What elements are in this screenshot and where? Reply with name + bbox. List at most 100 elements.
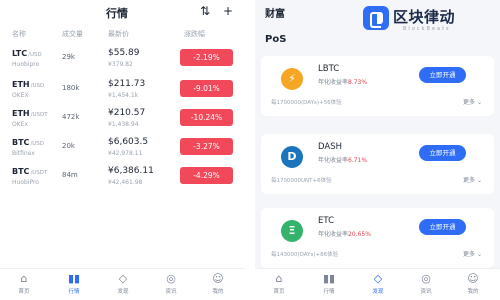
- coin-pair: /USD: [30, 141, 45, 147]
- tab-label: 资讯: [165, 289, 177, 295]
- volume-value: 84m: [62, 171, 78, 179]
- card-coin-name: DASH: [318, 142, 342, 152]
- etc-icon: Ξ: [281, 220, 303, 242]
- chevron-down-icon: ⌄: [476, 177, 482, 184]
- more-link[interactable]: 更多 ⌄: [463, 249, 482, 258]
- rate-value: 6.71%: [348, 157, 368, 164]
- compass-icon: ◎: [421, 272, 431, 285]
- exchange-name: Bitfinex: [12, 150, 35, 157]
- open-button[interactable]: 立即开通: [419, 145, 466, 161]
- logo-mark-icon: [363, 6, 389, 30]
- coin-symbol: ETH: [12, 109, 30, 118]
- tab-discover[interactable]: ◇ 发现: [363, 272, 393, 295]
- change-badge: -10.24%: [180, 109, 233, 126]
- tab-label: 行情: [68, 289, 80, 295]
- tab-label: 行情: [323, 289, 335, 295]
- price-cny: ¥1,438.94: [108, 121, 139, 128]
- price-value: $211.73: [108, 79, 146, 89]
- card-footnote: 每143000(DAYs)+86体验: [271, 252, 339, 258]
- price-value: ¥6,386.11: [108, 166, 154, 176]
- tab-label: 资讯: [420, 289, 432, 295]
- section-title: PoS: [265, 34, 287, 45]
- tab-me[interactable]: ☺ 我的: [458, 272, 488, 295]
- home-icon: ⌂: [275, 272, 283, 285]
- staking-card-etc[interactable]: Ξ ETC 年化收益率20.65% 立即开通 每143000(DAYs)+86体…: [261, 208, 494, 268]
- rate-label: 年化收益率: [318, 231, 349, 238]
- table-row[interactable]: ETH/USD OKEX 180k $211.73 ¥1,454.1k -9.0…: [0, 76, 245, 106]
- change-badge: -9.01%: [180, 80, 233, 97]
- coin-pair: /USD: [30, 83, 45, 89]
- market-screen: 行情 ⇅ + 名称 成交量 最新价 涨跌幅 LTC/USD Huobipro 2…: [0, 0, 245, 300]
- column-name[interactable]: 名称: [12, 29, 26, 39]
- change-badge: -3.27%: [180, 138, 233, 155]
- tab-me[interactable]: ☺ 我的: [203, 272, 233, 295]
- chart-icon: ▮▮: [322, 272, 336, 285]
- card-coin-name: LBTC: [318, 64, 340, 74]
- add-icon[interactable]: +: [221, 4, 235, 18]
- coin-name: LTC/USD: [12, 49, 42, 58]
- column-change[interactable]: 涨跌幅: [184, 29, 205, 39]
- logo-subtext: BlockBeats: [403, 26, 451, 32]
- compass-icon: ◎: [166, 272, 176, 285]
- tab-discover[interactable]: ◇ 发现: [108, 272, 138, 295]
- table-row[interactable]: ETH/USDT OKEx 472k ¥210.57 ¥1,438.94 -10…: [0, 105, 245, 135]
- column-volume[interactable]: 成交量: [62, 29, 83, 39]
- more-label: 更多: [463, 251, 476, 258]
- price-value: $6,603.5: [108, 137, 149, 147]
- column-price[interactable]: 最新价: [108, 29, 129, 39]
- rate-value: 8.73%: [348, 79, 368, 86]
- diamond-icon: ◇: [118, 272, 128, 285]
- table-row[interactable]: BTC/USDT HuobiPro 84m ¥6,386.11 ¥42,461.…: [0, 163, 245, 193]
- more-label: 更多: [463, 177, 476, 184]
- tab-news[interactable]: ◎ 资讯: [411, 272, 441, 295]
- wealth-screen: 财富 PoS ⚡ LBTC 年化收益率8.73% 立即开通 每1700000(D…: [255, 0, 500, 300]
- coin-name: ETH/USD: [12, 80, 44, 89]
- price-cny: ¥42,461.98: [108, 179, 143, 186]
- volume-value: 20k: [62, 142, 75, 150]
- card-footnote: 每1700000UNT+6体验: [271, 178, 332, 184]
- bolt-icon: ⚡: [281, 68, 303, 90]
- change-badge: -2.19%: [180, 49, 233, 66]
- table-row[interactable]: LTC/USD Huobipro 29k $55.89 ¥379.82 -2.1…: [0, 45, 245, 75]
- tab-news[interactable]: ◎ 资讯: [156, 272, 186, 295]
- card-rate: 年化收益率6.71%: [318, 155, 367, 164]
- staking-card-dash[interactable]: D DASH 年化收益率6.71% 立即开通 每1700000UNT+6体验 更…: [261, 134, 494, 194]
- blockbeats-logo: 区块律动 BlockBeats: [363, 2, 498, 36]
- filter-icon[interactable]: ⇅: [198, 4, 212, 18]
- price-cny: ¥1,454.1k: [108, 92, 139, 99]
- tab-label: 发现: [117, 289, 129, 295]
- tab-market[interactable]: ▮▮ 行情: [314, 272, 344, 295]
- exchange-name: OKEx: [12, 121, 28, 128]
- more-link[interactable]: 更多 ⌄: [463, 175, 482, 184]
- person-icon: ☺: [212, 272, 224, 285]
- tab-label: 首页: [18, 289, 30, 295]
- more-link[interactable]: 更多 ⌄: [463, 97, 482, 106]
- exchange-name: OKEX: [12, 92, 29, 99]
- coin-name: BTC/USD: [12, 138, 44, 147]
- price-cny: ¥42,978.11: [108, 150, 143, 157]
- change-badge: -4.29%: [180, 167, 233, 184]
- tab-label: 我的: [212, 289, 224, 295]
- more-label: 更多: [463, 99, 476, 106]
- open-button[interactable]: 立即开通: [419, 219, 466, 235]
- coin-symbol: ETH: [12, 80, 30, 89]
- page-title: 财富: [265, 9, 285, 20]
- staking-card-lbtc[interactable]: ⚡ LBTC 年化收益率8.73% 立即开通 每1700000(DAYs)+56…: [261, 56, 494, 116]
- tab-home[interactable]: ⌂ 首页: [264, 272, 294, 295]
- coin-pair: /USD: [28, 52, 42, 58]
- chevron-down-icon: ⌄: [476, 99, 482, 106]
- chart-icon: ▮▮: [67, 272, 81, 285]
- coin-symbol: BTC: [12, 167, 30, 176]
- coin-symbol: LTC: [12, 49, 28, 58]
- open-button[interactable]: 立即开通: [419, 67, 466, 83]
- table-row[interactable]: BTC/USD Bitfinex 20k $6,603.5 ¥42,978.11…: [0, 134, 245, 164]
- rate-value: 20.65%: [348, 231, 371, 238]
- volume-value: 472k: [62, 113, 80, 121]
- card-footnote: 每1700000(DAYs)+56体验: [271, 100, 342, 106]
- exchange-name: HuobiPro: [12, 179, 39, 186]
- tab-market[interactable]: ▮▮ 行情: [59, 272, 89, 295]
- volume-value: 29k: [62, 53, 75, 61]
- logo-text: 区块律动: [393, 8, 456, 26]
- rate-label: 年化收益率: [318, 157, 349, 164]
- tab-home[interactable]: ⌂ 首页: [9, 272, 39, 295]
